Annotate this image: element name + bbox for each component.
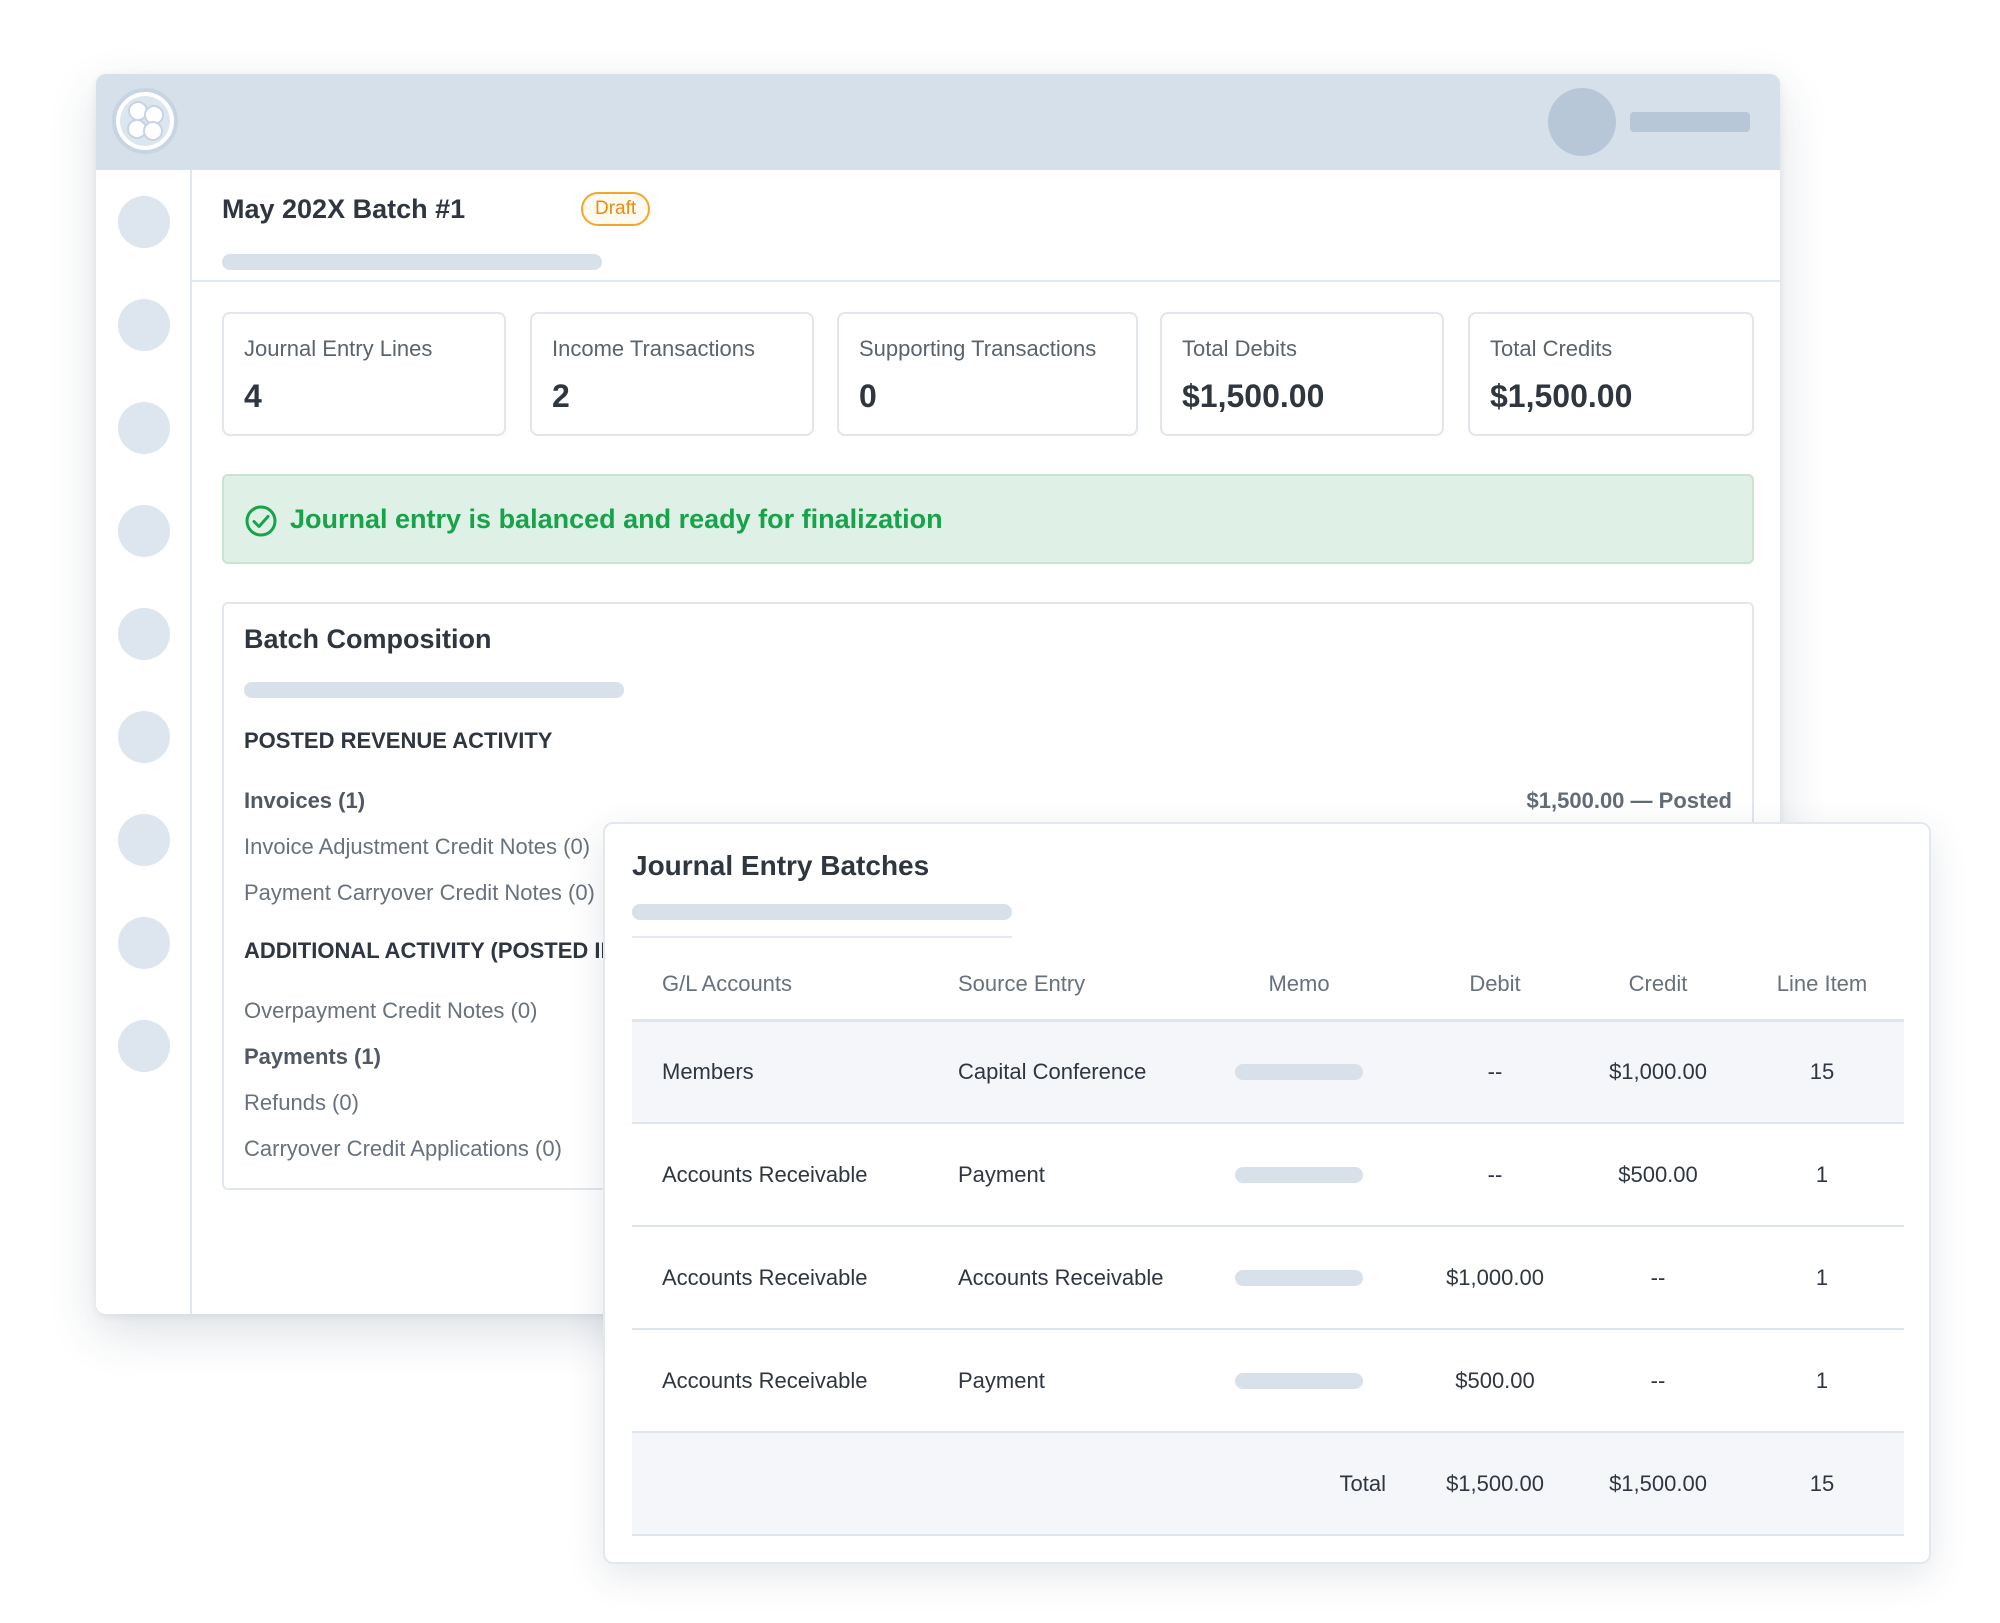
page-header: May 202X Batch #1 Draft — [192, 170, 1780, 282]
draft-status-badge: Draft — [581, 192, 651, 226]
stat-label: Income Transactions — [552, 336, 755, 361]
sidebar-nav-icon[interactable] — [118, 196, 170, 248]
refunds-row[interactable]: Refunds (0) — [244, 1090, 359, 1116]
stat-label: Total Credits — [1490, 336, 1613, 361]
stat-value: $1,500.00 — [1182, 378, 1325, 414]
source-entry-cell: Accounts Receivable — [928, 1226, 1184, 1330]
gl-account-cell: Members — [632, 1020, 928, 1124]
column-header-source-entry[interactable]: Source Entry — [928, 950, 1184, 1022]
overpayment-row[interactable]: Overpayment Credit Notes (0) — [244, 998, 537, 1024]
table-row[interactable]: Accounts Receivable Accounts Receivable … — [632, 1226, 1904, 1330]
credit-cell: -- — [1576, 1329, 1740, 1433]
supporting-transactions-card: Supporting Transactions 0 — [837, 312, 1138, 436]
credit-cell: $500.00 — [1576, 1123, 1740, 1227]
stat-value: 2 — [552, 378, 570, 414]
line-item-cell: 1 — [1740, 1329, 1904, 1433]
invoice-adjustment-row[interactable]: Invoice Adjustment Credit Notes (0) — [244, 834, 590, 860]
memo-cell — [1184, 1123, 1414, 1227]
batches-title: Journal Entry Batches — [632, 850, 930, 881]
gl-account-cell: Accounts Receivable — [632, 1329, 928, 1433]
table-header-row: G/L Accounts Source Entry Memo Debit Cre… — [632, 950, 1904, 1022]
total-credits-card: Total Credits $1,500.00 — [1468, 312, 1754, 436]
carryover-applications-row[interactable]: Carryover Credit Applications (0) — [244, 1136, 562, 1162]
stat-value: $1,500.00 — [1490, 378, 1633, 414]
column-header-memo[interactable]: Memo — [1184, 950, 1414, 1022]
sidebar-nav-icon[interactable] — [118, 1020, 170, 1072]
page-title: May 202X Batch #1 — [222, 194, 466, 224]
batch-composition-title: Batch Composition — [244, 624, 492, 654]
memo-placeholder — [1235, 1063, 1363, 1080]
credit-cell: -- — [1576, 1226, 1740, 1330]
payment-carryover-row[interactable]: Payment Carryover Credit Notes (0) — [244, 880, 595, 906]
stat-label: Journal Entry Lines — [244, 336, 433, 361]
posted-revenue-heading: POSTED REVENUE ACTIVITY — [244, 728, 553, 753]
empty-cell — [632, 1432, 928, 1536]
source-entry-cell: Payment — [928, 1123, 1184, 1227]
invoices-posted-amount: $1,500.00 — Posted — [1526, 788, 1732, 813]
debit-cell: -- — [1414, 1020, 1576, 1124]
top-navigation-bar — [96, 74, 1780, 170]
sidebar-nav-icon[interactable] — [118, 917, 170, 969]
check-circle-icon — [245, 505, 277, 537]
sidebar-nav-icon[interactable] — [118, 299, 170, 351]
sidebar-nav-icon[interactable] — [118, 608, 170, 660]
sidebar-nav-icon[interactable] — [118, 505, 170, 557]
invoices-row[interactable]: Invoices (1) — [244, 788, 365, 814]
alert-message: Journal entry is balanced and ready for … — [290, 504, 943, 534]
total-line-item-cell: 15 — [1740, 1432, 1904, 1536]
column-header-gl-accounts[interactable]: G/L Accounts — [632, 950, 928, 1022]
table-row[interactable]: Accounts Receivable Payment $500.00 -- 1 — [632, 1329, 1904, 1433]
empty-cell — [928, 1432, 1184, 1536]
journal-entry-lines-card: Journal Entry Lines 4 — [222, 312, 506, 436]
sidebar — [96, 170, 192, 1314]
gl-account-cell: Accounts Receivable — [632, 1123, 928, 1227]
debit-cell: $500.00 — [1414, 1329, 1576, 1433]
memo-cell — [1184, 1226, 1414, 1330]
memo-placeholder — [1235, 1269, 1363, 1286]
memo-cell — [1184, 1329, 1414, 1433]
sidebar-nav-icon[interactable] — [118, 711, 170, 763]
table-row[interactable]: Members Capital Conference -- $1,000.00 … — [632, 1020, 1904, 1124]
credit-cell: $1,000.00 — [1576, 1020, 1740, 1124]
total-row: Total $1,500.00 $1,500.00 15 — [632, 1432, 1904, 1536]
debit-cell: -- — [1414, 1123, 1576, 1227]
line-item-cell: 15 — [1740, 1020, 1904, 1124]
stat-label: Total Debits — [1182, 336, 1297, 361]
column-header-credit[interactable]: Credit — [1576, 950, 1740, 1022]
memo-cell — [1184, 1020, 1414, 1124]
composition-subtitle-placeholder — [244, 682, 624, 698]
title-divider — [632, 936, 1012, 938]
user-avatar[interactable] — [1548, 88, 1616, 156]
stat-value: 4 — [244, 378, 262, 414]
memo-placeholder — [1235, 1166, 1363, 1183]
stat-value: 0 — [859, 378, 877, 414]
source-entry-cell: Capital Conference — [928, 1020, 1184, 1124]
table-row[interactable]: Accounts Receivable Payment -- $500.00 1 — [632, 1123, 1904, 1227]
total-debit-cell: $1,500.00 — [1414, 1432, 1576, 1536]
sidebar-nav-icon[interactable] — [118, 402, 170, 454]
memo-placeholder — [1235, 1372, 1363, 1389]
total-credit-cell: $1,500.00 — [1576, 1432, 1740, 1536]
stat-label: Supporting Transactions — [859, 336, 1097, 361]
line-item-cell: 1 — [1740, 1123, 1904, 1227]
sidebar-nav-icon[interactable] — [118, 814, 170, 866]
income-transactions-card: Income Transactions 2 — [530, 312, 814, 436]
total-debits-card: Total Debits $1,500.00 — [1160, 312, 1444, 436]
column-header-debit[interactable]: Debit — [1414, 950, 1576, 1022]
total-label: Total — [1184, 1432, 1414, 1536]
debit-cell: $1,000.00 — [1414, 1226, 1576, 1330]
app-logo-icon[interactable] — [112, 88, 178, 154]
line-item-cell: 1 — [1740, 1226, 1904, 1330]
gl-account-cell: Accounts Receivable — [632, 1226, 928, 1330]
journal-entry-batches-card: Journal Entry Batches G/L Accounts Sourc… — [603, 822, 1931, 1564]
subtitle-placeholder — [222, 254, 602, 270]
source-entry-cell: Payment — [928, 1329, 1184, 1433]
payments-row[interactable]: Payments (1) — [244, 1044, 381, 1070]
user-name-placeholder — [1630, 112, 1750, 132]
batches-subtitle-placeholder — [632, 904, 1012, 920]
journal-entry-table: G/L Accounts Source Entry Memo Debit Cre… — [632, 950, 1904, 1536]
column-header-line-item[interactable]: Line Item — [1740, 950, 1904, 1022]
balanced-success-alert: Journal entry is balanced and ready for … — [222, 474, 1754, 564]
